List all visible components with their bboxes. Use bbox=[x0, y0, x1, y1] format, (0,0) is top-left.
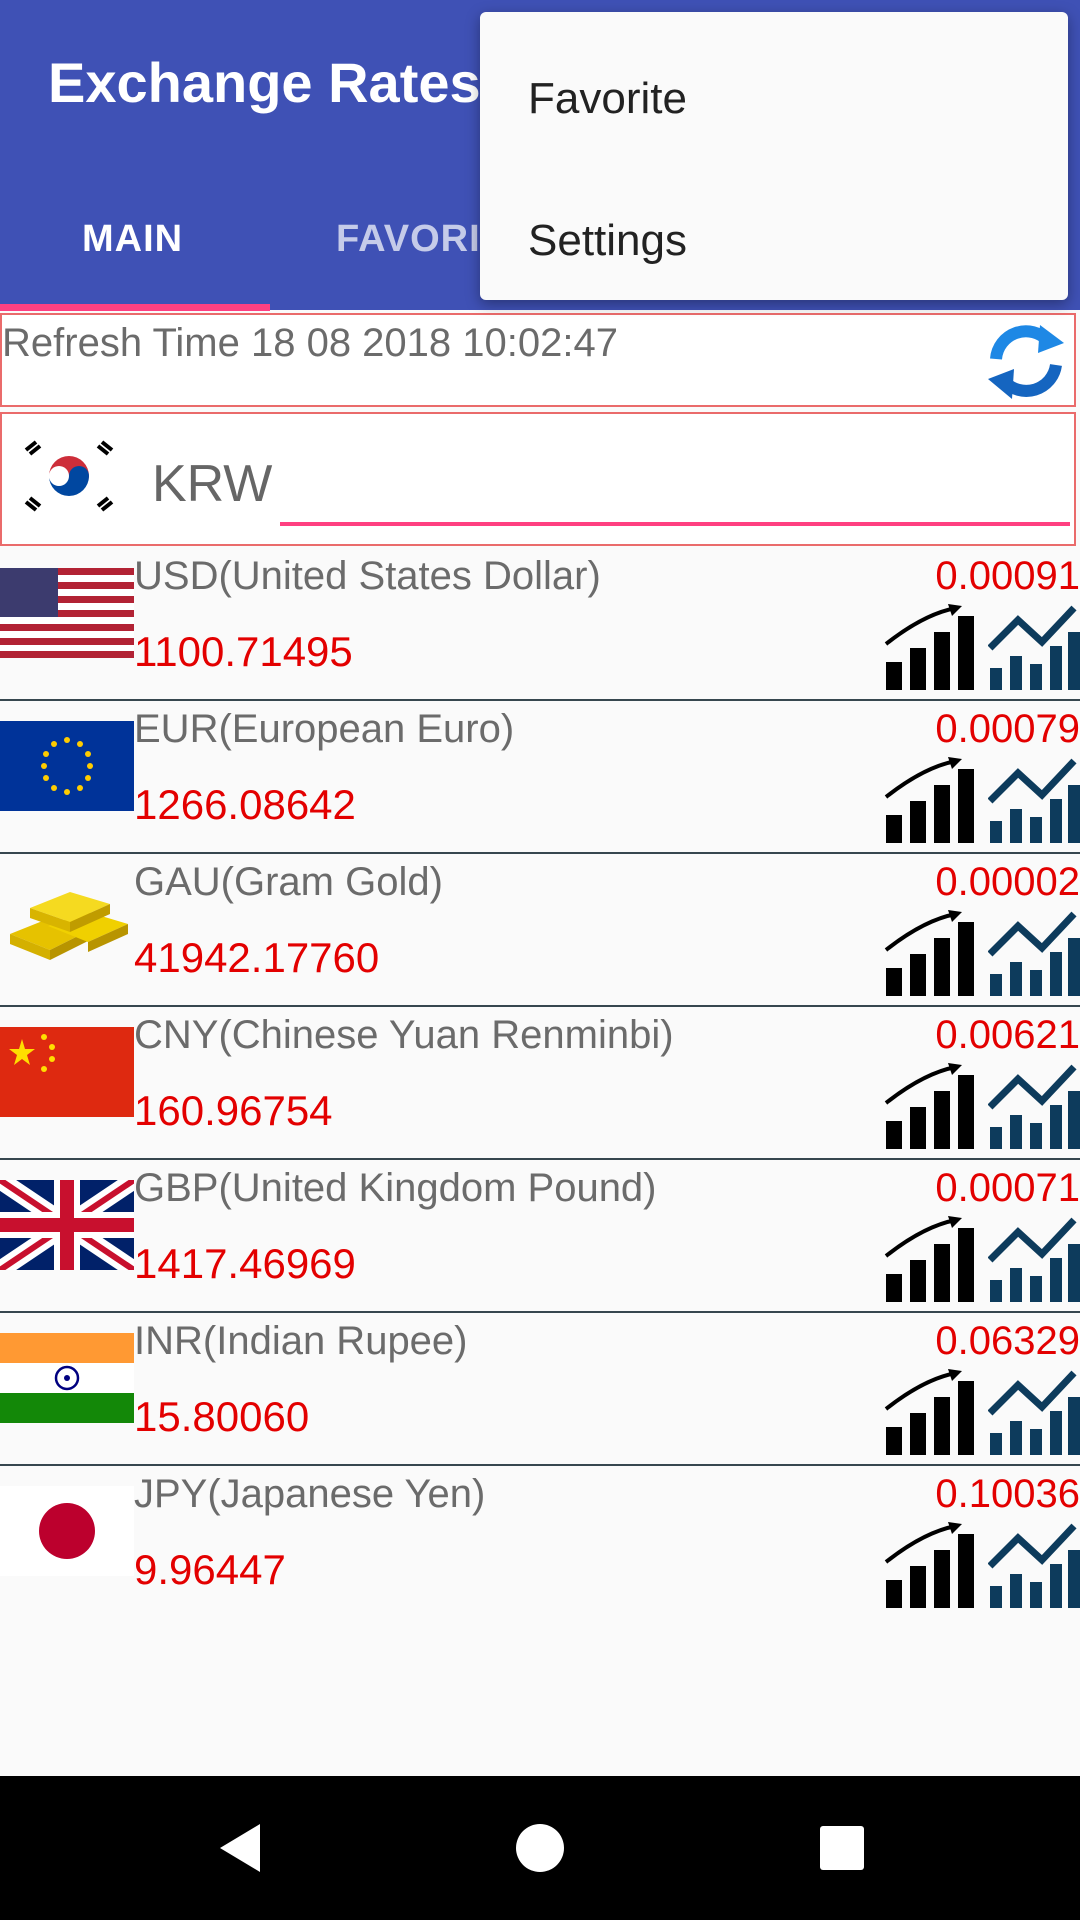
home-icon[interactable] bbox=[510, 1776, 570, 1920]
currency-rate: 41942.17760 bbox=[134, 934, 380, 981]
currency-name: GBP(United Kingdom Pound) bbox=[134, 1166, 657, 1210]
bar-chart-icon[interactable] bbox=[884, 910, 978, 998]
eu-flag-icon bbox=[0, 721, 134, 811]
currency-row-jpy[interactable]: JPY(Japanese Yen) 9.96447 0.10036 bbox=[0, 1466, 1080, 1617]
china-flag-icon bbox=[0, 1027, 134, 1117]
currency-row-cny[interactable]: CNY(Chinese Yuan Renminbi) 160.96754 0.0… bbox=[0, 1007, 1080, 1160]
currency-rate: 1100.71495 bbox=[134, 628, 353, 675]
refresh-bar: Refresh Time 18 08 2018 10:02:47 bbox=[0, 313, 1076, 407]
bar-chart-icon[interactable] bbox=[884, 1522, 978, 1610]
currency-inverse-rate: 0.00002 bbox=[935, 860, 1080, 904]
currency-list: USD(United States Dollar) 1100.71495 0.0… bbox=[0, 548, 1080, 1617]
base-currency-code: KRW bbox=[152, 455, 273, 513]
currency-rate: 15.80060 bbox=[134, 1393, 310, 1440]
refresh-time: Refresh Time 18 08 2018 10:02:47 bbox=[2, 321, 618, 365]
currency-rate: 160.96754 bbox=[134, 1087, 333, 1134]
currency-rate: 9.96447 bbox=[134, 1546, 286, 1593]
base-currency-row[interactable]: KRW bbox=[0, 412, 1076, 546]
menu-item-favorite[interactable]: Favorite bbox=[528, 74, 687, 124]
currency-name: EUR(European Euro) bbox=[134, 707, 515, 751]
currency-row-gau[interactable]: GAU(Gram Gold) 41942.17760 0.00002 bbox=[0, 854, 1080, 1007]
japan-flag-icon bbox=[0, 1486, 134, 1576]
tab-indicator bbox=[0, 304, 270, 311]
overflow-menu: Favorite Settings bbox=[480, 12, 1068, 300]
line-graph-icon[interactable] bbox=[988, 1214, 1080, 1304]
system-nav-bar bbox=[0, 1776, 1080, 1920]
line-graph-icon[interactable] bbox=[988, 602, 1080, 692]
bar-chart-icon[interactable] bbox=[884, 604, 978, 692]
amount-input[interactable] bbox=[280, 522, 1070, 526]
currency-name: JPY(Japanese Yen) bbox=[134, 1472, 486, 1516]
us-flag-icon bbox=[0, 568, 134, 658]
currency-row-gbp[interactable]: GBP(United Kingdom Pound) 1417.46969 0.0… bbox=[0, 1160, 1080, 1313]
app-title: Exchange Rates bbox=[48, 51, 481, 114]
currency-row-eur[interactable]: EUR(European Euro) 1266.08642 0.00079 bbox=[0, 701, 1080, 854]
currency-name: USD(United States Dollar) bbox=[134, 554, 601, 598]
currency-inverse-rate: 0.00071 bbox=[935, 1166, 1080, 1210]
recents-icon[interactable] bbox=[812, 1776, 872, 1920]
tab-favorite[interactable]: FAVORI bbox=[336, 218, 481, 261]
currency-inverse-rate: 0.10036 bbox=[935, 1472, 1080, 1516]
line-graph-icon[interactable] bbox=[988, 1061, 1080, 1151]
india-flag-icon bbox=[0, 1333, 134, 1423]
line-graph-icon[interactable] bbox=[988, 1367, 1080, 1457]
tab-main[interactable]: MAIN bbox=[82, 218, 183, 261]
bar-chart-icon[interactable] bbox=[884, 1369, 978, 1457]
line-graph-icon[interactable] bbox=[988, 908, 1080, 998]
currency-rate: 1266.08642 bbox=[134, 781, 356, 828]
line-graph-icon[interactable] bbox=[988, 1520, 1080, 1610]
menu-item-settings[interactable]: Settings bbox=[528, 216, 687, 266]
currency-row-usd[interactable]: USD(United States Dollar) 1100.71495 0.0… bbox=[0, 548, 1080, 701]
currency-row-inr[interactable]: INR(Indian Rupee) 15.80060 0.06329 bbox=[0, 1313, 1080, 1466]
currency-inverse-rate: 0.00079 bbox=[935, 707, 1080, 751]
uk-flag-icon bbox=[0, 1180, 134, 1270]
bar-chart-icon[interactable] bbox=[884, 1063, 978, 1151]
refresh-icon[interactable] bbox=[986, 319, 1066, 403]
bar-chart-icon[interactable] bbox=[884, 1216, 978, 1304]
line-graph-icon[interactable] bbox=[988, 755, 1080, 845]
currency-inverse-rate: 0.00621 bbox=[935, 1013, 1080, 1057]
currency-rate: 1417.46969 bbox=[134, 1240, 356, 1287]
currency-name: INR(Indian Rupee) bbox=[134, 1319, 468, 1363]
bar-chart-icon[interactable] bbox=[884, 757, 978, 845]
gold-bars-icon bbox=[0, 874, 134, 964]
currency-name: GAU(Gram Gold) bbox=[134, 860, 443, 904]
currency-inverse-rate: 0.00091 bbox=[935, 554, 1080, 598]
currency-name: CNY(Chinese Yuan Renminbi) bbox=[134, 1013, 674, 1057]
back-icon[interactable] bbox=[210, 1776, 270, 1920]
south-korea-flag-icon bbox=[14, 436, 124, 516]
currency-inverse-rate: 0.06329 bbox=[935, 1319, 1080, 1363]
